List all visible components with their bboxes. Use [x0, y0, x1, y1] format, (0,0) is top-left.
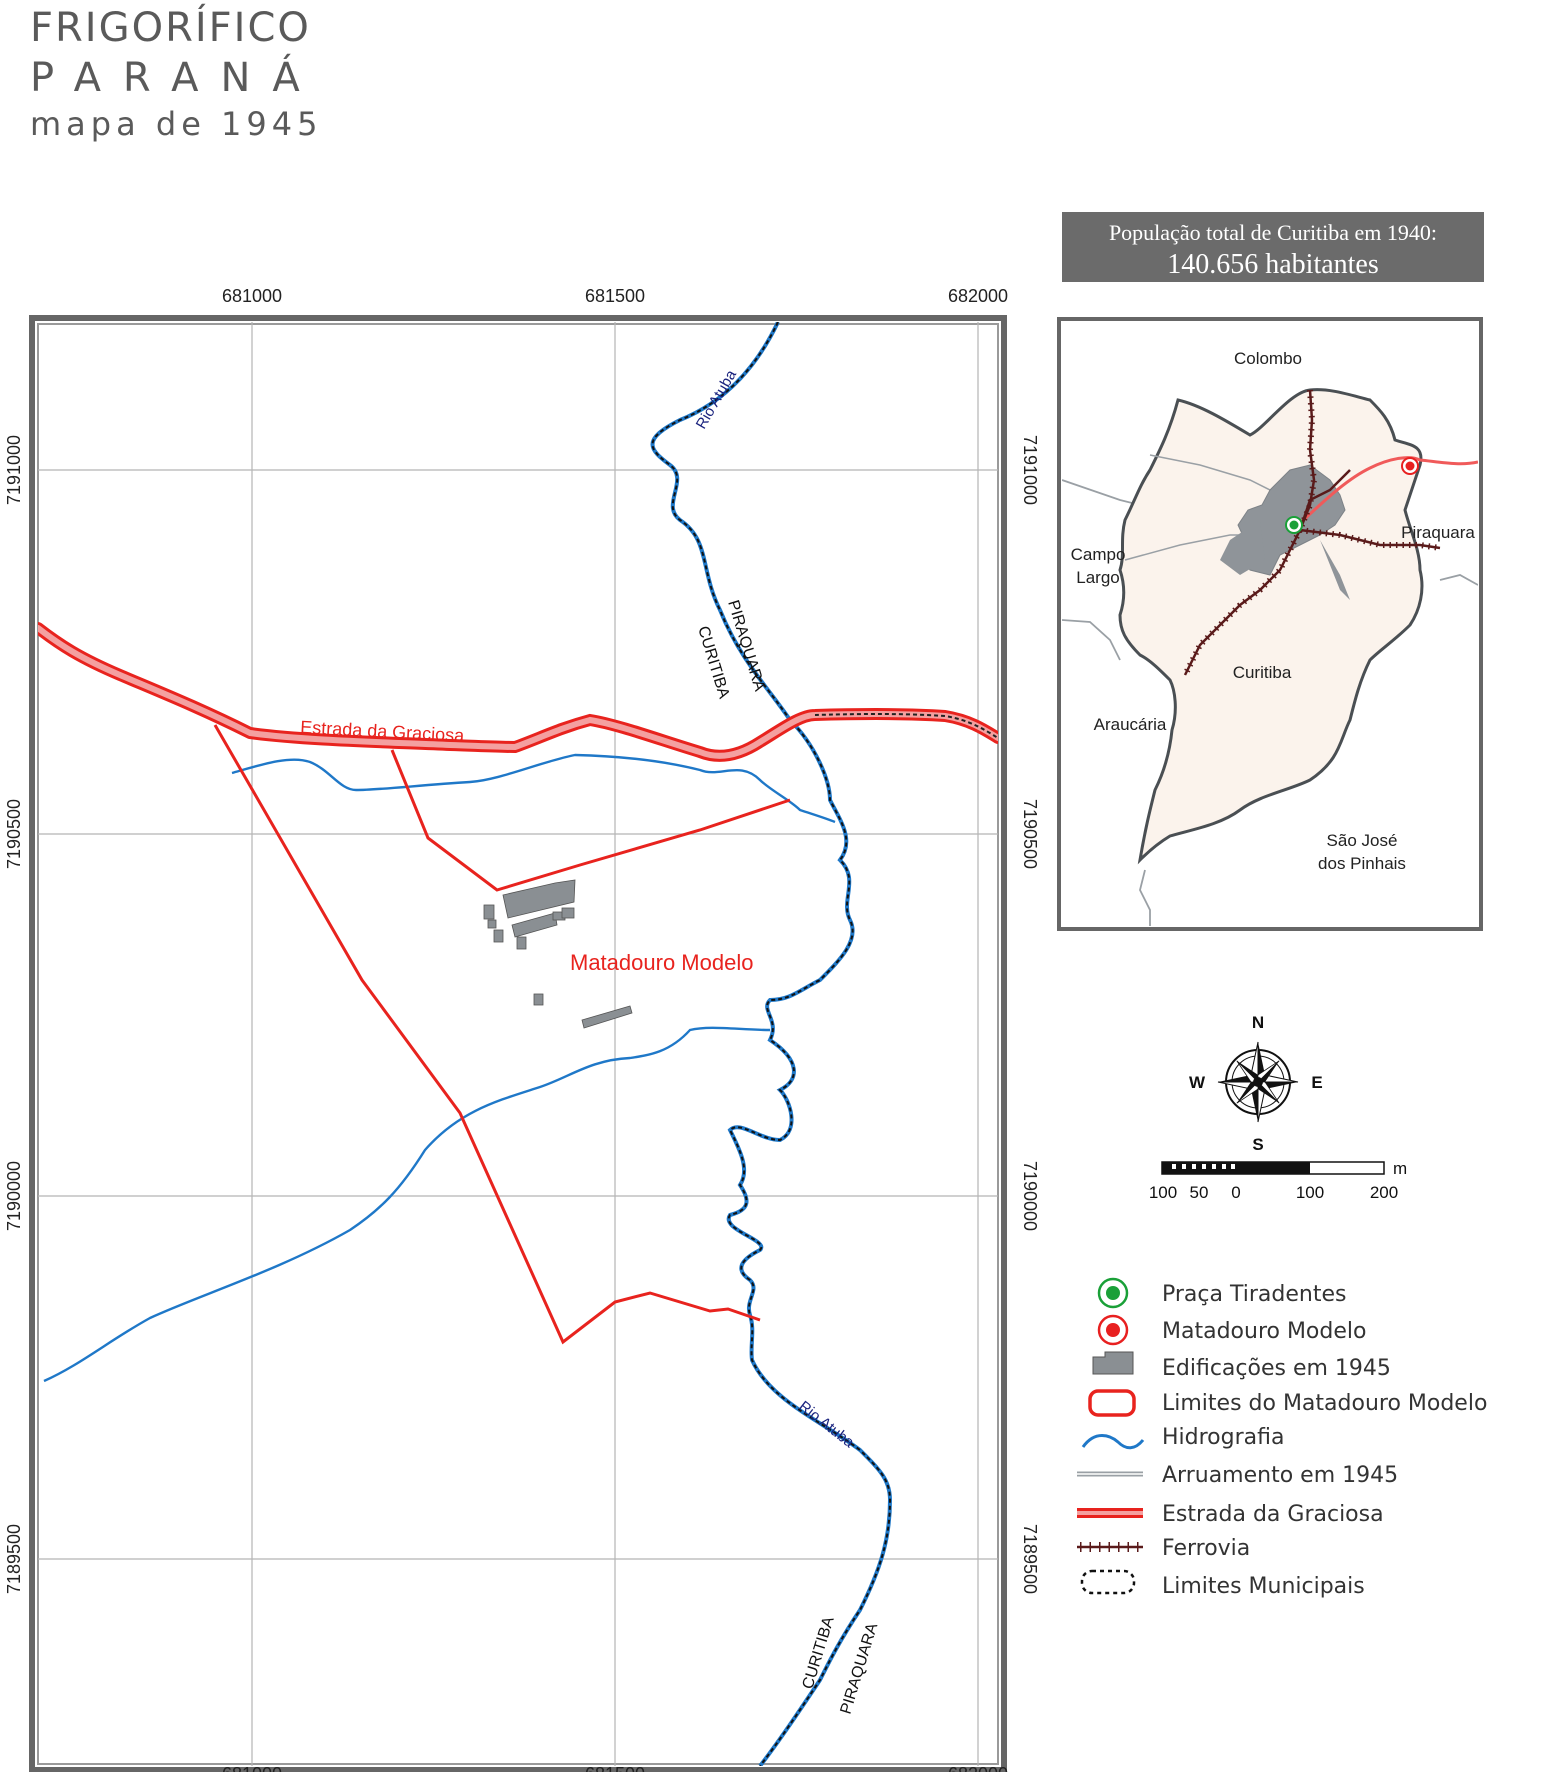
inset-label-largo: Largo — [1076, 568, 1119, 587]
building — [483, 904, 495, 920]
inset-label-campo: Campo — [1071, 545, 1126, 564]
legend-item-matadouro: Matadouro Modelo — [1072, 1315, 1512, 1349]
scale-label-50: 50 — [1190, 1183, 1209, 1202]
y-tick-right-7189500: 7189500 — [1020, 1524, 1040, 1594]
main-map-inner-frame — [37, 323, 999, 1765]
y-tick-right-7190500: 7190500 — [1020, 799, 1040, 869]
scale-label-100-left: 100 — [1149, 1183, 1177, 1202]
legend-item-limites-municipais: Limites Municipais — [1072, 1570, 1512, 1604]
y-tick-left-7190500: 7190500 — [4, 799, 24, 869]
scale-tick — [1202, 1164, 1206, 1169]
compass-w: W — [1189, 1073, 1206, 1092]
y-tick-right-7191000: 7191000 — [1020, 435, 1040, 505]
legend-label-matadouro: Matadouro Modelo — [1162, 1319, 1367, 1344]
praca-tiradentes-point — [1285, 516, 1303, 534]
scale-tick — [1182, 1164, 1186, 1169]
scale-label-200: 200 — [1370, 1183, 1398, 1202]
compass-rose: N S E W — [1189, 1013, 1323, 1154]
legend-label-ferrovia: Ferrovia — [1162, 1536, 1251, 1561]
legend-label-hidrografia: Hidrografia — [1162, 1425, 1285, 1450]
scale-label-0: 0 — [1231, 1183, 1240, 1202]
building — [493, 929, 504, 943]
building — [516, 936, 527, 950]
x-tick-top-681500: 681500 — [585, 286, 645, 306]
legend-label-estrada: Estrada da Graciosa — [1162, 1502, 1384, 1527]
compass-e: E — [1311, 1073, 1322, 1092]
legend-label-arruamento: Arruamento em 1945 — [1162, 1463, 1399, 1488]
legend-label-edificacoes: Edificações em 1945 — [1162, 1356, 1391, 1381]
scale-tick — [1231, 1164, 1235, 1169]
scale-label-100: 100 — [1296, 1183, 1324, 1202]
building — [487, 919, 497, 929]
inset-label-colombo: Colombo — [1234, 349, 1302, 368]
compass-n: N — [1252, 1013, 1264, 1032]
y-tick-left-7191000: 7191000 — [4, 435, 24, 505]
legend-item-edificacoes: Edificações em 1945 — [1072, 1352, 1512, 1386]
inset-label-sao-jose-1: São José — [1327, 831, 1398, 850]
legend-label-praca: Praça Tiradentes — [1162, 1282, 1347, 1307]
scale-tick — [1222, 1164, 1226, 1169]
legend-item-limites-matadouro: Limites do Matadouro Modelo — [1072, 1387, 1512, 1421]
praca-tiradentes-dot — [1289, 520, 1299, 530]
inset-label-araucaria: Araucária — [1094, 715, 1167, 734]
matadouro-modelo-point — [1401, 457, 1419, 475]
y-tick-right-7190000: 7190000 — [1020, 1161, 1040, 1231]
inset-label-sao-jose-2: dos Pinhais — [1318, 854, 1406, 873]
label-matadouro-modelo: Matadouro Modelo — [570, 950, 753, 975]
legend-item-praca: Praça Tiradentes — [1072, 1278, 1512, 1312]
inset-label-curitiba: Curitiba — [1233, 663, 1292, 682]
main-map: Rio Atuba Rio Atuba PIRAQUARA CURITIBA C… — [4, 286, 1040, 1772]
scale-unit: m — [1393, 1159, 1407, 1178]
x-tick-bottom-681000: 681000 — [222, 1764, 282, 1772]
building — [561, 907, 575, 919]
x-tick-bottom-682000: 682000 — [948, 1764, 1008, 1772]
legend-item-ferrovia: Ferrovia — [1072, 1532, 1512, 1566]
legend-label-limites-municipais: Limites Municipais — [1162, 1574, 1365, 1599]
building — [533, 993, 544, 1006]
compass-s: S — [1252, 1135, 1263, 1154]
scale-tick — [1192, 1164, 1196, 1169]
x-tick-top-681000: 681000 — [222, 286, 282, 306]
legend-item-arruamento: Arruamento em 1945 — [1072, 1459, 1512, 1493]
compass-center — [1253, 1077, 1263, 1087]
x-tick-top-682000: 682000 — [948, 286, 1008, 306]
scale-tick — [1172, 1164, 1176, 1169]
legend-label-limites-matadouro: Limites do Matadouro Modelo — [1162, 1391, 1488, 1416]
scale-bar: m 100 50 0 100 200 — [1149, 1159, 1407, 1202]
scale-tick — [1212, 1164, 1216, 1169]
inset-map: Colombo Campo Largo Piraquara Curitiba A… — [1057, 317, 1483, 931]
y-tick-left-7190000: 7190000 — [4, 1161, 24, 1231]
matadouro-dot — [1405, 461, 1415, 471]
inset-label-piraquara: Piraquara — [1401, 523, 1475, 542]
y-tick-left-7189500: 7189500 — [4, 1524, 24, 1594]
legend-item-estrada: Estrada da Graciosa — [1072, 1498, 1512, 1532]
legend-item-hidrografia: Hidrografia — [1072, 1421, 1512, 1455]
x-tick-bottom-681500: 681500 — [585, 1764, 645, 1772]
